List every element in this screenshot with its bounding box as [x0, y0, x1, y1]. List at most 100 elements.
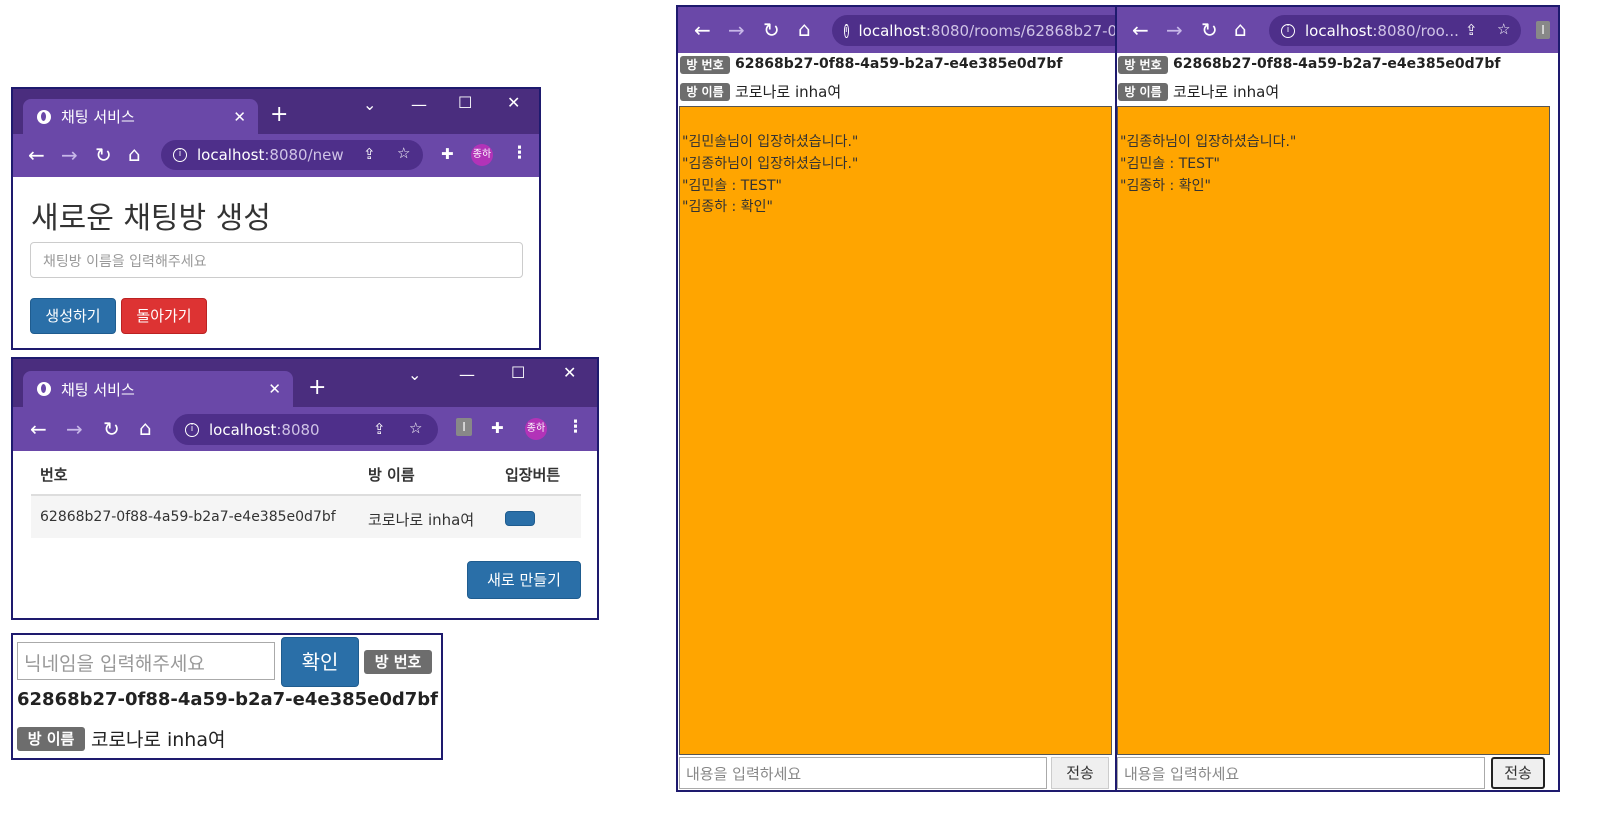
room-name-badge: 방 이름 — [680, 83, 730, 101]
room-name-badge: 방 이름 — [17, 727, 85, 751]
message-input[interactable]: 내용을 입력하세요 — [679, 757, 1047, 789]
minimize-icon[interactable]: — — [411, 95, 427, 114]
browser-window-new-room: 채팅 서비스 ✕ + ⌄ — ☐ ✕ ← → ↻ ⌂ i localhost:8… — [11, 87, 541, 350]
home-icon[interactable]: ⌂ — [139, 418, 152, 438]
chat-message: "김민솔 : TEST" — [1120, 156, 1220, 172]
send-button[interactable]: 전송 — [1051, 757, 1109, 789]
extension-icon[interactable]: I — [1536, 21, 1550, 39]
reload-icon[interactable]: ↻ — [763, 20, 780, 40]
toolbar: ← → ↻ ⌂ i localhost:8080/new ⇪ ☆ ✚ 종하 ⋮ — [13, 134, 539, 177]
tab-search-icon[interactable]: ⌄ — [408, 365, 421, 384]
extensions-puzzle-icon[interactable]: ✚ — [441, 145, 454, 163]
page-title: 새로운 채팅방 생성 — [31, 201, 271, 236]
back-button[interactable]: 돌아가기 — [121, 298, 207, 334]
new-tab-icon[interactable]: + — [270, 102, 288, 127]
table-header-id: 번호 — [40, 466, 68, 484]
info-icon[interactable]: i — [173, 148, 187, 162]
forward-icon[interactable]: → — [728, 20, 745, 40]
room-name-badge: 방 이름 — [1118, 83, 1168, 101]
room-name-text: 코로나로 inha여 — [1173, 83, 1280, 101]
maximize-icon[interactable]: ☐ — [458, 93, 472, 112]
bookmark-star-icon[interactable]: ☆ — [397, 144, 410, 162]
room-id-text: 62868b27-0f88-4a59-b2a7-e4e385e0d7bf — [17, 689, 439, 710]
home-icon[interactable]: ⌂ — [128, 144, 141, 164]
create-button[interactable]: 생성하기 — [30, 298, 116, 334]
url-path: :8080/rooms/62868b27-0f8 — [925, 21, 1122, 40]
info-icon[interactable]: i — [1281, 23, 1295, 38]
nickname-input[interactable]: 닉네임을 입력해주세요 — [17, 642, 275, 680]
reload-icon[interactable]: ↻ — [103, 419, 120, 439]
bookmark-star-icon[interactable]: ☆ — [1497, 20, 1510, 38]
browser-tab[interactable]: 채팅 서비스 ✕ — [23, 99, 258, 134]
chat-message: "김종하님이 입장하셨습니다." — [1120, 134, 1297, 150]
url-path: :8080/new — [264, 146, 344, 164]
url-host: localhost — [209, 420, 277, 439]
profile-avatar[interactable]: 종하 — [525, 418, 547, 440]
chat-message: "김종하님이 입장하셨습니다." — [682, 156, 859, 172]
url-path: :8080/roo... — [1372, 21, 1459, 40]
room-no-badge: 방 번호 — [680, 56, 730, 74]
room-no-badge: 방 번호 — [364, 650, 432, 674]
close-window-icon[interactable]: ✕ — [507, 93, 520, 112]
forward-icon[interactable]: → — [1166, 20, 1183, 40]
toolbar-chat-2: ← → ↻ ⌂ i localhost:8080/roo... ⇪ ☆ I — [1116, 7, 1558, 53]
chat-message: "김종하 : 확인" — [1120, 178, 1211, 194]
share-icon[interactable]: ⇪ — [373, 420, 386, 438]
url-path: :8080 — [276, 420, 320, 439]
close-window-icon[interactable]: ✕ — [563, 363, 576, 382]
back-icon[interactable]: ← — [694, 20, 711, 40]
reload-icon[interactable]: ↻ — [95, 145, 112, 165]
address-bar[interactable]: i localhost:8080/new ⇪ ☆ — [161, 140, 423, 170]
home-icon[interactable]: ⌂ — [1234, 19, 1247, 39]
room-name-text: 코로나로 inha여 — [735, 83, 842, 101]
address-bar[interactable]: i localhost:8080 ⇪ ☆ — [173, 414, 438, 445]
chat-message: "김종하 : 확인" — [682, 199, 773, 215]
share-icon[interactable]: ⇪ — [1465, 21, 1478, 39]
toolbar-chat-1: ← → ↻ ⌂ i localhost:8080/rooms/62868b27-… — [678, 7, 1122, 53]
tab-search-icon[interactable]: ⌄ — [363, 95, 376, 114]
address-bar[interactable]: i localhost:8080/rooms/62868b27-0f8 — [832, 15, 1122, 46]
url-host: localhost — [1305, 21, 1373, 40]
tab-title: 채팅 서비스 — [61, 380, 135, 399]
send-button[interactable]: 전송 — [1491, 757, 1545, 789]
room-name-input[interactable]: 채팅방 이름을 입력해주세요 — [30, 242, 523, 278]
extensions-puzzle-icon[interactable]: ✚ — [491, 419, 504, 437]
chat-message-area: "김종하님이 입장하셨습니다." "김민솔 : TEST" "김종하 : 확인" — [1117, 106, 1550, 755]
url-host: localhost — [197, 146, 265, 164]
menu-kebab-icon[interactable]: ⋮ — [511, 143, 528, 163]
address-bar[interactable]: i localhost:8080/roo... ⇪ ☆ — [1269, 15, 1521, 46]
menu-kebab-icon[interactable]: ⋮ — [567, 417, 584, 437]
enter-room-button[interactable] — [505, 511, 535, 526]
new-room-button[interactable]: 새로 만들기 — [467, 561, 581, 599]
nickname-panel: 닉네임을 입력해주세요 확인 방 번호 62868b27-0f88-4a59-b… — [11, 633, 443, 760]
new-tab-icon[interactable]: + — [308, 375, 326, 400]
back-icon[interactable]: ← — [30, 419, 47, 439]
url-host: localhost — [858, 21, 926, 40]
room-id-text: 62868b27-0f88-4a59-b2a7-e4e385e0d7bf — [735, 56, 1063, 72]
table-header-enter: 입장버튼 — [505, 466, 561, 484]
table-header-room-name: 방 이름 — [368, 466, 415, 484]
globe-icon — [37, 109, 51, 124]
message-input[interactable]: 내용을 입력하세요 — [1117, 757, 1485, 789]
maximize-icon[interactable]: ☐ — [511, 363, 525, 382]
bookmark-star-icon[interactable]: ☆ — [409, 419, 422, 437]
browser-window-room-list: 채팅 서비스 ✕ + ⌄ — ☐ ✕ ← → ↻ ⌂ i localhost:8… — [11, 357, 599, 620]
info-icon[interactable]: i — [844, 23, 849, 38]
info-icon[interactable]: i — [185, 422, 199, 437]
tab-close-icon[interactable]: ✕ — [268, 380, 281, 398]
confirm-button[interactable]: 확인 — [281, 637, 359, 687]
back-icon[interactable]: ← — [1132, 20, 1149, 40]
home-icon[interactable]: ⌂ — [798, 19, 811, 39]
share-icon[interactable]: ⇪ — [363, 145, 376, 163]
tab-close-icon[interactable]: ✕ — [233, 108, 246, 126]
extension-icon[interactable]: I — [456, 418, 472, 436]
reload-icon[interactable]: ↻ — [1201, 20, 1218, 40]
back-icon[interactable]: ← — [28, 145, 45, 165]
minimize-icon[interactable]: — — [459, 365, 475, 384]
chat-message-area: "김민솔님이 입장하셨습니다." "김종하님이 입장하셨습니다." "김민솔 :… — [679, 106, 1112, 755]
room-no-badge: 방 번호 — [1118, 56, 1168, 74]
forward-icon[interactable]: → — [66, 419, 83, 439]
browser-tab[interactable]: 채팅 서비스 ✕ — [23, 371, 293, 407]
forward-icon[interactable]: → — [61, 145, 78, 165]
profile-avatar[interactable]: 종하 — [471, 144, 493, 166]
